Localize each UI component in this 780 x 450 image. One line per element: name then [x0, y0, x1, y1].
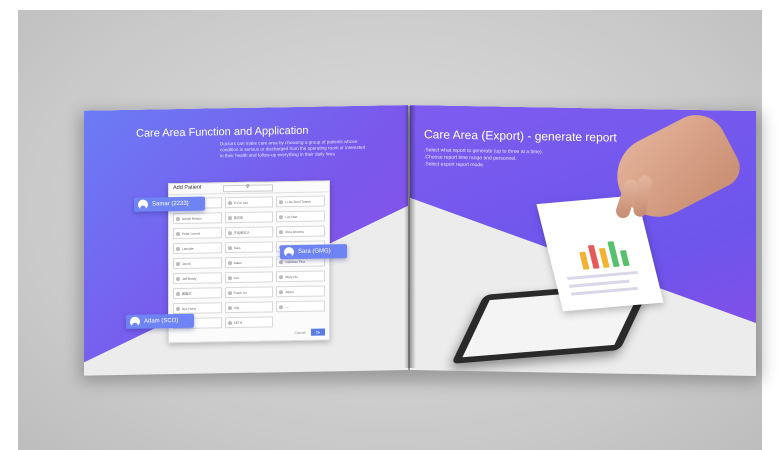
dialog-header: Add Patient ⚲ [169, 181, 329, 196]
patient-name: Li-Ke Dorri Tanner [285, 199, 312, 204]
patient-avatar-icon [176, 306, 180, 311]
patient-option[interactable]: Lim Hart [276, 210, 325, 223]
patient-avatar-icon [176, 291, 180, 296]
patient-name: 苗志佑 [233, 215, 244, 221]
patient-option[interactable]: Li-Ke Dorri Tanner [276, 195, 325, 208]
patient-avatar-icon [227, 230, 232, 235]
search-icon: ⚲ [246, 183, 250, 190]
patient-search-input[interactable]: ⚲ [223, 183, 273, 193]
patient-option[interactable]: — [276, 300, 325, 313]
dialog-footer: Cancel Ok [293, 328, 325, 336]
patient-name: Adam [285, 289, 294, 294]
ok-button[interactable]: Ok [311, 328, 325, 336]
patient-avatar-icon [227, 215, 232, 220]
patient-option[interactable]: 蔡嘉宗 [173, 287, 222, 300]
patient-option[interactable]: Rina Otnomu [276, 225, 325, 238]
patient-option[interactable]: SETH [224, 316, 274, 329]
patient-avatar-icon [227, 200, 232, 205]
patient-avatar-icon [176, 216, 180, 221]
patient-option[interactable]: Lamutte [173, 242, 222, 255]
patient-option[interactable]: 苗志佑 [224, 211, 274, 224]
patient-name: Lilly [233, 305, 240, 310]
patient-option[interactable]: Adam [276, 285, 325, 298]
patient-avatar-icon [227, 290, 232, 295]
patient-name: Yi-Fei Lee [233, 200, 249, 205]
patient-chip-samar: Samar (2233) [134, 196, 205, 212]
patient-name: Peter Lorenz [182, 231, 201, 236]
patient-name: Lee [233, 275, 239, 280]
patient-avatar-icon [176, 276, 180, 281]
patient-name: Jeff Brady [182, 276, 197, 281]
patient-avatar-icon [227, 320, 232, 325]
patient-name: Sara [233, 245, 241, 250]
patient-option[interactable]: Lilly [224, 301, 274, 314]
report-line [568, 279, 630, 288]
patient-name: Lamutte [182, 246, 194, 251]
patient-option[interactable]: 王馬修拉沙 [224, 226, 274, 239]
patient-avatar-icon [279, 229, 284, 234]
report-bar [598, 247, 610, 268]
patient-avatar-icon [176, 246, 180, 251]
patient-name: Rina Otnomu [285, 229, 305, 234]
patient-avatar-icon [176, 261, 180, 266]
patient-avatar-icon [279, 289, 284, 294]
patient-option[interactable]: Adam [224, 256, 274, 269]
patient-avatar-icon [279, 214, 284, 219]
patient-avatar-icon [279, 304, 284, 309]
patient-avatar-icon [227, 245, 232, 250]
patient-chip-sara: Sara (GMG) [280, 244, 347, 260]
cancel-button[interactable]: Cancel [293, 329, 307, 336]
patient-option[interactable]: Yi-Fei Lee [224, 196, 274, 209]
patient-name: Daniel Nelson [182, 216, 202, 221]
patient-option[interactable]: Lee [224, 271, 274, 284]
patient-name: Nyx Hung [182, 306, 196, 311]
patient-name: 蔡嘉宗 [182, 291, 192, 296]
report-bar [579, 251, 590, 270]
photo-background: Care Area Function and Application Docto… [18, 10, 762, 450]
patient-option[interactable]: Sara [224, 241, 274, 254]
patient-avatar-icon [227, 260, 232, 265]
patient-option[interactable]: Daniel Nelson [173, 212, 222, 225]
patient-name: Frank Lin [233, 290, 247, 295]
report-bar [619, 250, 630, 267]
patient-avatar-icon [176, 231, 180, 236]
patient-option[interactable]: Jeff Brady [173, 272, 222, 285]
dialog-title: Add Patient [173, 184, 202, 192]
patient-option[interactable]: Jacob [173, 257, 222, 270]
patient-name: — [285, 304, 289, 309]
avatar-icon [284, 246, 294, 258]
patient-name: SETH [233, 320, 243, 325]
patient-option[interactable]: Nyx Hung [173, 302, 222, 315]
patient-name: 王馬修拉沙 [233, 230, 250, 236]
patient-avatar-icon [279, 259, 284, 264]
avatar-icon [130, 316, 140, 327]
patient-avatar-icon [279, 274, 284, 279]
patient-name: Lim Hart [285, 214, 298, 219]
book-spine [404, 106, 416, 368]
report-line [566, 270, 638, 281]
patient-grid: Richard HuYi-Fei LeeLi-Ke Dorri TannerDa… [173, 195, 325, 330]
patient-option[interactable]: Mary Hu [276, 270, 325, 283]
brochure-left-page: Care Area Function and Application Docto… [84, 105, 408, 376]
patient-avatar-icon [227, 275, 232, 280]
patient-name: Mary Hu [285, 274, 298, 279]
chip-label: Sara (GMG) [298, 248, 331, 255]
patient-option[interactable]: Frank Lin [224, 286, 274, 299]
chip-label: Samar (2233) [152, 200, 189, 208]
patient-avatar-icon [279, 199, 284, 204]
right-page-steps: .Select what report to generate (up to t… [424, 147, 543, 170]
report-bar [607, 241, 620, 268]
report-line [570, 286, 638, 296]
left-page-description: Doctors can make care area by choosing a… [220, 138, 366, 159]
brochure-right-page: Care Area (Export) - generate report .Se… [410, 105, 756, 377]
patient-option[interactable]: Peter Lorenz [173, 227, 222, 240]
patient-name: Callahan Fina [285, 259, 305, 264]
patient-name: Adam [233, 260, 242, 265]
chip-label: Adam (SCO) [144, 318, 179, 325]
patient-name: Jacob [182, 261, 191, 266]
patient-chip-adam: Adam (SCO) [126, 313, 195, 329]
avatar-icon [138, 199, 148, 210]
patient-avatar-icon [227, 305, 232, 310]
